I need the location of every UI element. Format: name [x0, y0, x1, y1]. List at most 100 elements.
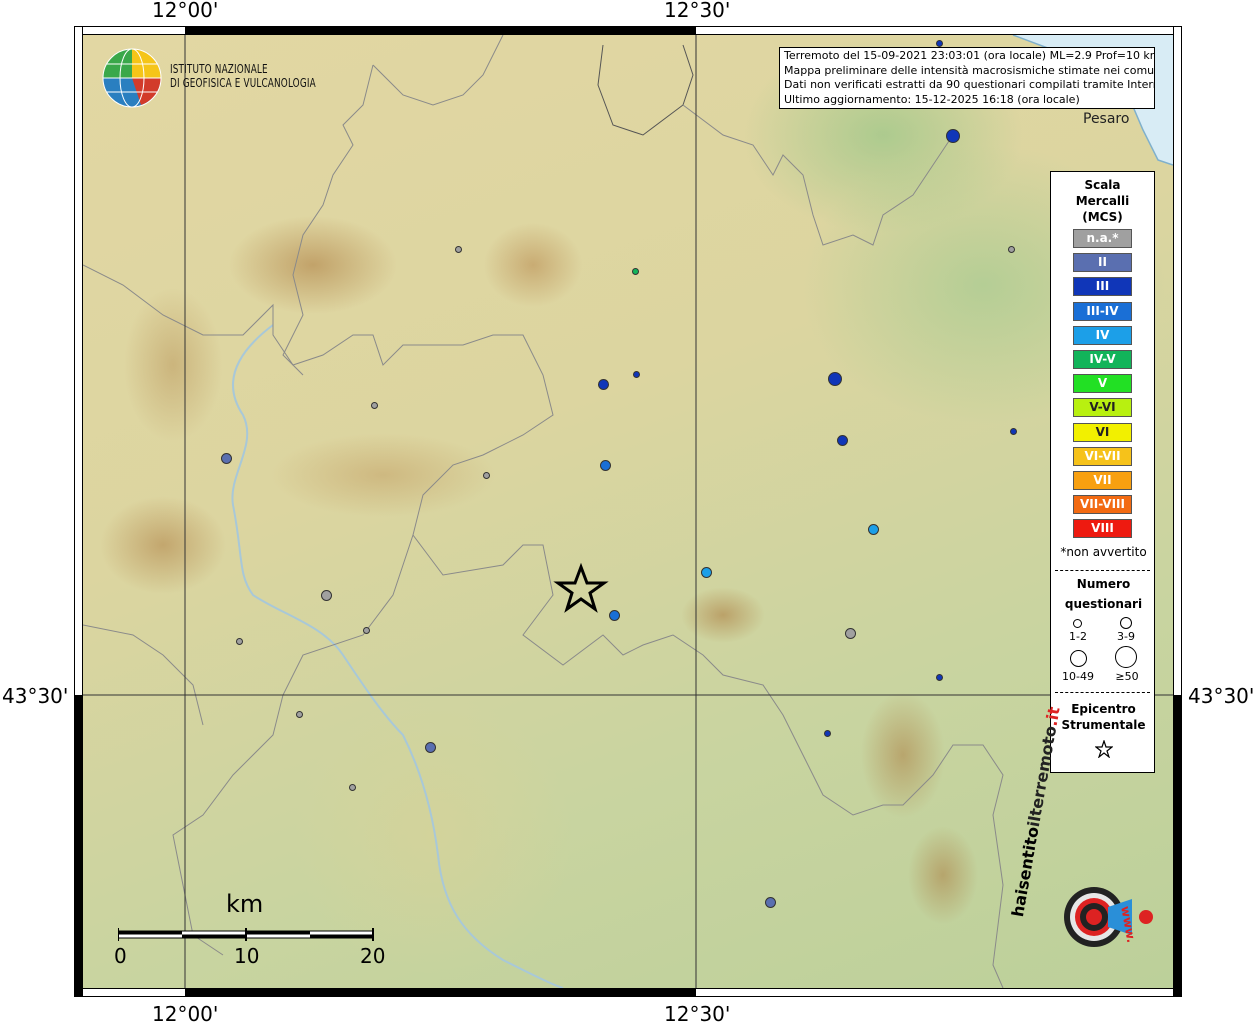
place-label-pesaro: Pesaro	[1083, 111, 1130, 127]
legend-swatch-viii: VIII	[1073, 519, 1132, 539]
map-frame: Pesaro	[74, 26, 1182, 997]
legend-swatch-iii-iv: III-IV	[1073, 301, 1132, 321]
legend-swatch-vii: VII	[1073, 471, 1132, 490]
legend-epicenter-title-1: Epicentro	[1071, 702, 1136, 716]
legend-swatch-v: V	[1073, 374, 1132, 394]
lon-label-bottom-12-00: 12°00'	[152, 1002, 219, 1026]
intensity-point[interactable]	[844, 627, 856, 639]
intensity-point[interactable]	[608, 609, 620, 621]
info-line-2: Mappa preliminare delle intensità macros…	[784, 63, 1155, 77]
haisentito-logo-icon	[1064, 887, 1153, 947]
size-label-10-49: 10-49	[1062, 670, 1094, 683]
intensity-point[interactable]	[320, 589, 332, 601]
intensity-point[interactable]	[235, 637, 243, 645]
terrain-map[interactable]: Pesaro	[83, 35, 1173, 988]
scalebar-tick-0: 0	[114, 944, 127, 968]
intensity-point[interactable]	[370, 401, 378, 409]
river	[231, 324, 564, 988]
legend-swatch-ii: II	[1073, 253, 1132, 273]
info-line-3: Dati non verificati estratti da 90 quest…	[784, 78, 1155, 91]
legend-swatch-iv-v: IV-V	[1073, 350, 1132, 369]
intensity-point[interactable]	[348, 783, 356, 791]
legend-separator-1	[1055, 570, 1150, 571]
lon-label-top-12-30: 12°30'	[664, 0, 731, 22]
intensity-point[interactable]	[295, 710, 303, 718]
intensity-point[interactable]	[946, 129, 960, 143]
intensity-point[interactable]	[631, 267, 639, 275]
frame-bottom-black	[185, 988, 696, 997]
legend-title: Scala Mercalli (MCS)	[1051, 177, 1154, 225]
intensity-point[interactable]	[482, 471, 490, 479]
legend-epicenter-star-icon	[1095, 740, 1113, 758]
size-circle-50-icon	[1115, 646, 1137, 668]
legend-title-2: Mercalli	[1075, 194, 1130, 208]
frame-top-black	[185, 26, 696, 35]
province-border-pesaro	[682, 104, 954, 246]
intensity-point[interactable]	[823, 729, 831, 737]
scalebar	[118, 928, 374, 941]
intensity-point[interactable]	[935, 39, 943, 47]
province-border-west	[282, 64, 374, 376]
map-overlay-svg	[83, 35, 1173, 988]
frame-right-black	[1173, 695, 1182, 997]
legend-swatch-iii: III	[1073, 277, 1132, 297]
size-label-1-2: 1-2	[1069, 630, 1087, 643]
legend-swatch-vi-vii: VI-VII	[1073, 446, 1132, 466]
legend-separator-2	[1055, 692, 1150, 693]
legend-epicenter-title: Epicentro Strumentale	[1051, 701, 1156, 733]
intensity-point[interactable]	[836, 434, 848, 446]
intensity-point[interactable]	[599, 459, 611, 471]
intensity-legend: Scala Mercalli (MCS) n.a.* II III III-IV IV I…	[1050, 171, 1155, 773]
legend-size-title-2: questionari	[1064, 597, 1143, 611]
lat-label-left-43-30: 43°30'	[2, 684, 69, 708]
lat-label-right-43-30: 43°30'	[1188, 684, 1255, 708]
legend-title-3: (MCS)	[1082, 210, 1123, 224]
intensity-point[interactable]	[700, 566, 712, 578]
intensity-point[interactable]	[597, 378, 609, 390]
haisentito-text-3: .it	[1041, 705, 1064, 728]
legend-swatch-n-a-: n.a.*	[1073, 229, 1132, 248]
ingv-logo-line2: DI GEOFISICA E VULCANOLOGIA	[170, 75, 316, 90]
size-circle-1-2-icon	[1073, 619, 1082, 628]
intensity-point[interactable]	[867, 523, 879, 535]
legend-title-1: Scala	[1084, 178, 1121, 192]
legend-na-note: *non avvertito	[1060, 545, 1147, 559]
intensity-point[interactable]	[1007, 245, 1015, 253]
intensity-point[interactable]	[362, 626, 370, 634]
ingv-logo-text: ISTITUTO NAZIONALE DI GEOFISICA E VULCAN…	[170, 62, 316, 90]
scalebar-unit: km	[226, 890, 264, 918]
event-info-box: Terremoto del 15-09-2021 23:03:01 (ora l…	[779, 47, 1155, 109]
intensity-point[interactable]	[828, 372, 842, 386]
intensity-point[interactable]	[424, 741, 436, 753]
intensity-point[interactable]	[632, 370, 640, 378]
province-border-north	[372, 35, 504, 106]
intensity-point[interactable]	[220, 452, 232, 464]
ingv-globe-icon	[102, 48, 162, 108]
intensity-point[interactable]	[764, 896, 776, 908]
legend-size-title-1: Numero	[1076, 577, 1131, 591]
intensity-point[interactable]	[454, 245, 462, 253]
info-line-4: Ultimo aggiornamento: 15-12-2025 16:18 (…	[784, 92, 1080, 106]
san-marino-border	[597, 44, 694, 136]
lon-label-bottom-12-30: 12°30'	[664, 1002, 731, 1026]
info-line-1: Terremoto del 15-09-2021 23:03:01 (ora l…	[784, 49, 1155, 62]
region-border	[83, 264, 1004, 988]
intensity-point[interactable]	[935, 673, 943, 681]
legend-swatch-vi: VI	[1073, 422, 1132, 442]
size-label-3-9: 3-9	[1117, 630, 1135, 643]
legend-epicenter-title-2: Strumentale	[1061, 718, 1146, 732]
ingv-logo-line1: ISTITUTO NAZIONALE	[170, 62, 268, 76]
frame-left-black	[74, 695, 83, 997]
province-border-south	[172, 534, 414, 956]
size-circle-3-9-icon	[1120, 617, 1132, 629]
scalebar-tick-20: 20	[360, 944, 386, 968]
legend-swatch-v-vi: V-VI	[1073, 398, 1132, 418]
size-circle-10-49-icon	[1070, 650, 1087, 667]
intensity-point[interactable]	[1009, 427, 1017, 435]
legend-swatch-iv: IV	[1073, 325, 1132, 345]
legend-size-title: Numero questionari	[1051, 574, 1156, 614]
epicenter-star-icon	[553, 562, 609, 613]
legend-swatch-vii-viii: VII-VIII	[1073, 495, 1132, 515]
scalebar-tick-10: 10	[234, 944, 260, 968]
size-label-50: ≥50	[1115, 670, 1139, 683]
